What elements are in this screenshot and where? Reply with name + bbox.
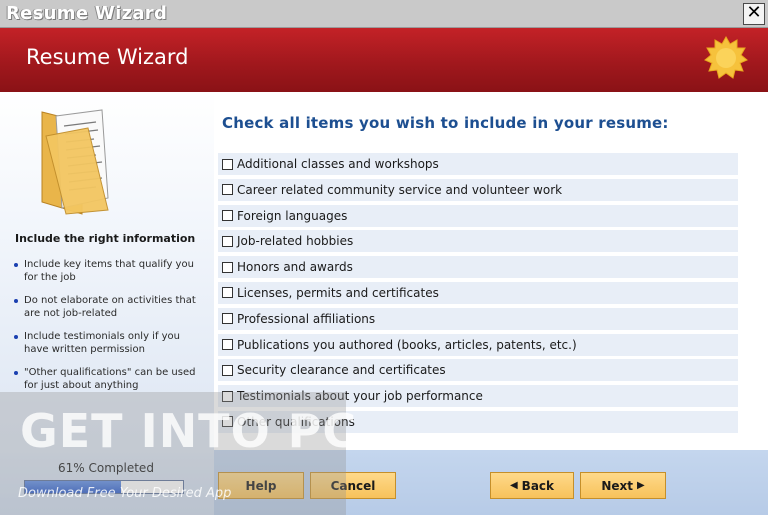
checklist-prompt: Check all items you wish to include in y… (222, 114, 669, 132)
checklist-item-label: Job-related hobbies (237, 234, 354, 249)
checklist-item-label: Professional affiliations (237, 311, 376, 326)
checkbox[interactable] (222, 287, 233, 299)
folder-document-icon (41, 109, 109, 215)
tip-item: Do not elaborate on activities that are … (14, 294, 204, 320)
checklist-item-label: Foreign languages (237, 208, 348, 223)
wizard-header: Resume Wizard (0, 28, 768, 92)
checklist-item-label: Publications you authored (books, articl… (237, 337, 577, 352)
checklist-item[interactable]: Foreign languages (218, 204, 738, 227)
header-title: Resume Wizard (26, 45, 189, 69)
checklist-item-label: Additional classes and workshops (237, 157, 439, 171)
checkbox[interactable] (222, 339, 233, 351)
checklist-item[interactable]: Additional classes and workshops (218, 153, 738, 175)
checkbox[interactable] (222, 364, 233, 376)
title-bar: Resume Wizard ✕ (0, 0, 768, 28)
checklist-item[interactable]: Honors and awards (218, 256, 738, 279)
checklist-item[interactable]: Licenses, permits and certificates (218, 281, 738, 304)
window-title: Resume Wizard (6, 3, 168, 24)
checklist-item-label: Licenses, permits and certificates (237, 285, 439, 300)
checklist-item[interactable]: Security clearance and certificates (218, 359, 738, 382)
close-button[interactable]: ✕ (743, 3, 765, 25)
tip-item: "Other qualifications" can be used for j… (14, 366, 204, 392)
back-button-label: Back (521, 478, 555, 493)
checkbox[interactable] (222, 235, 233, 247)
next-button-label: Next (601, 478, 633, 493)
checklist-item-label: Career related community service and vol… (237, 182, 563, 197)
watermark-subtitle: Download Free Your Desired App (18, 486, 232, 501)
checklist-item-label: Honors and awards (237, 260, 353, 275)
checkbox[interactable] (222, 158, 233, 170)
checkbox[interactable] (222, 210, 233, 222)
arrow-right-icon: ▶ (636, 480, 645, 491)
tips-list: Include key items that qualify you for t… (14, 258, 204, 402)
watermark-title: GET INTO PC (20, 404, 358, 458)
checklist-item-label: Security clearance and certificates (237, 363, 446, 378)
checklist-item[interactable]: Professional affiliations (218, 307, 738, 330)
sidebar-heading: Include the right information (15, 232, 196, 245)
tip-item: Include testimonials only if you have wr… (14, 330, 204, 356)
checklist-item[interactable]: Job-related hobbies (218, 230, 738, 253)
checklist-item[interactable]: Publications you authored (books, articl… (218, 333, 738, 356)
arrow-left-icon: ◀ (509, 480, 518, 491)
sun-seal-icon (704, 36, 748, 79)
next-button[interactable]: Next ▶ (580, 472, 666, 499)
tip-item: Include key items that qualify you for t… (14, 258, 204, 284)
checkbox[interactable] (222, 261, 233, 273)
checklist-item[interactable]: Career related community service and vol… (218, 178, 738, 201)
back-button[interactable]: ◀ Back (490, 472, 574, 499)
checkbox[interactable] (222, 184, 233, 196)
checkbox[interactable] (222, 313, 233, 325)
